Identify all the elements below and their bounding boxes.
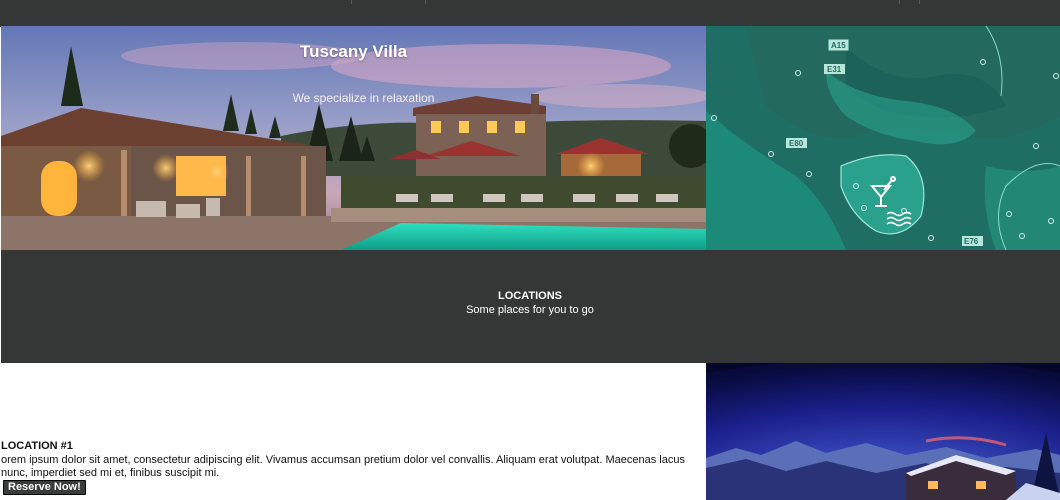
hero-subtitle: We specialize in relaxation xyxy=(292,91,435,105)
reserve-now-button[interactable]: Reserve Now! xyxy=(3,480,86,495)
nav-divider xyxy=(351,0,352,4)
locations-subtitle: Some places for you to go xyxy=(466,304,594,316)
locations-title: LOCATIONS xyxy=(498,290,562,302)
location-1-photo xyxy=(706,363,1060,500)
location-map[interactable]: A15 E31 E80 E76 xyxy=(706,26,1060,250)
nav-divider xyxy=(919,0,920,4)
road-label-e31: E31 xyxy=(827,65,842,74)
road-label-e80: E80 xyxy=(789,139,804,148)
mountain-photo xyxy=(706,363,1060,500)
location-1-card: LOCATION #1 orem ipsum dolor sit amet, c… xyxy=(1,363,705,500)
hero-title: Tuscany Villa xyxy=(299,42,408,61)
page: Tuscany Villa We specialize in relaxatio… xyxy=(0,0,1060,500)
location-1-description: orem ipsum dolor sit amet, consectetur a… xyxy=(1,454,685,479)
locations-section-header: LOCATIONS Some places for you to go xyxy=(1,250,1060,363)
road-label-e76: E76 xyxy=(964,237,979,246)
hero-image: Tuscany Villa We specialize in relaxatio… xyxy=(1,26,706,250)
nav-divider xyxy=(425,0,426,4)
location-1-title: LOCATION #1 xyxy=(1,440,73,452)
nav-divider xyxy=(899,0,900,4)
top-nav-bar xyxy=(0,0,1060,27)
road-label-a15: A15 xyxy=(831,41,846,50)
map-graphic: A15 E31 E80 E76 xyxy=(706,26,1060,250)
